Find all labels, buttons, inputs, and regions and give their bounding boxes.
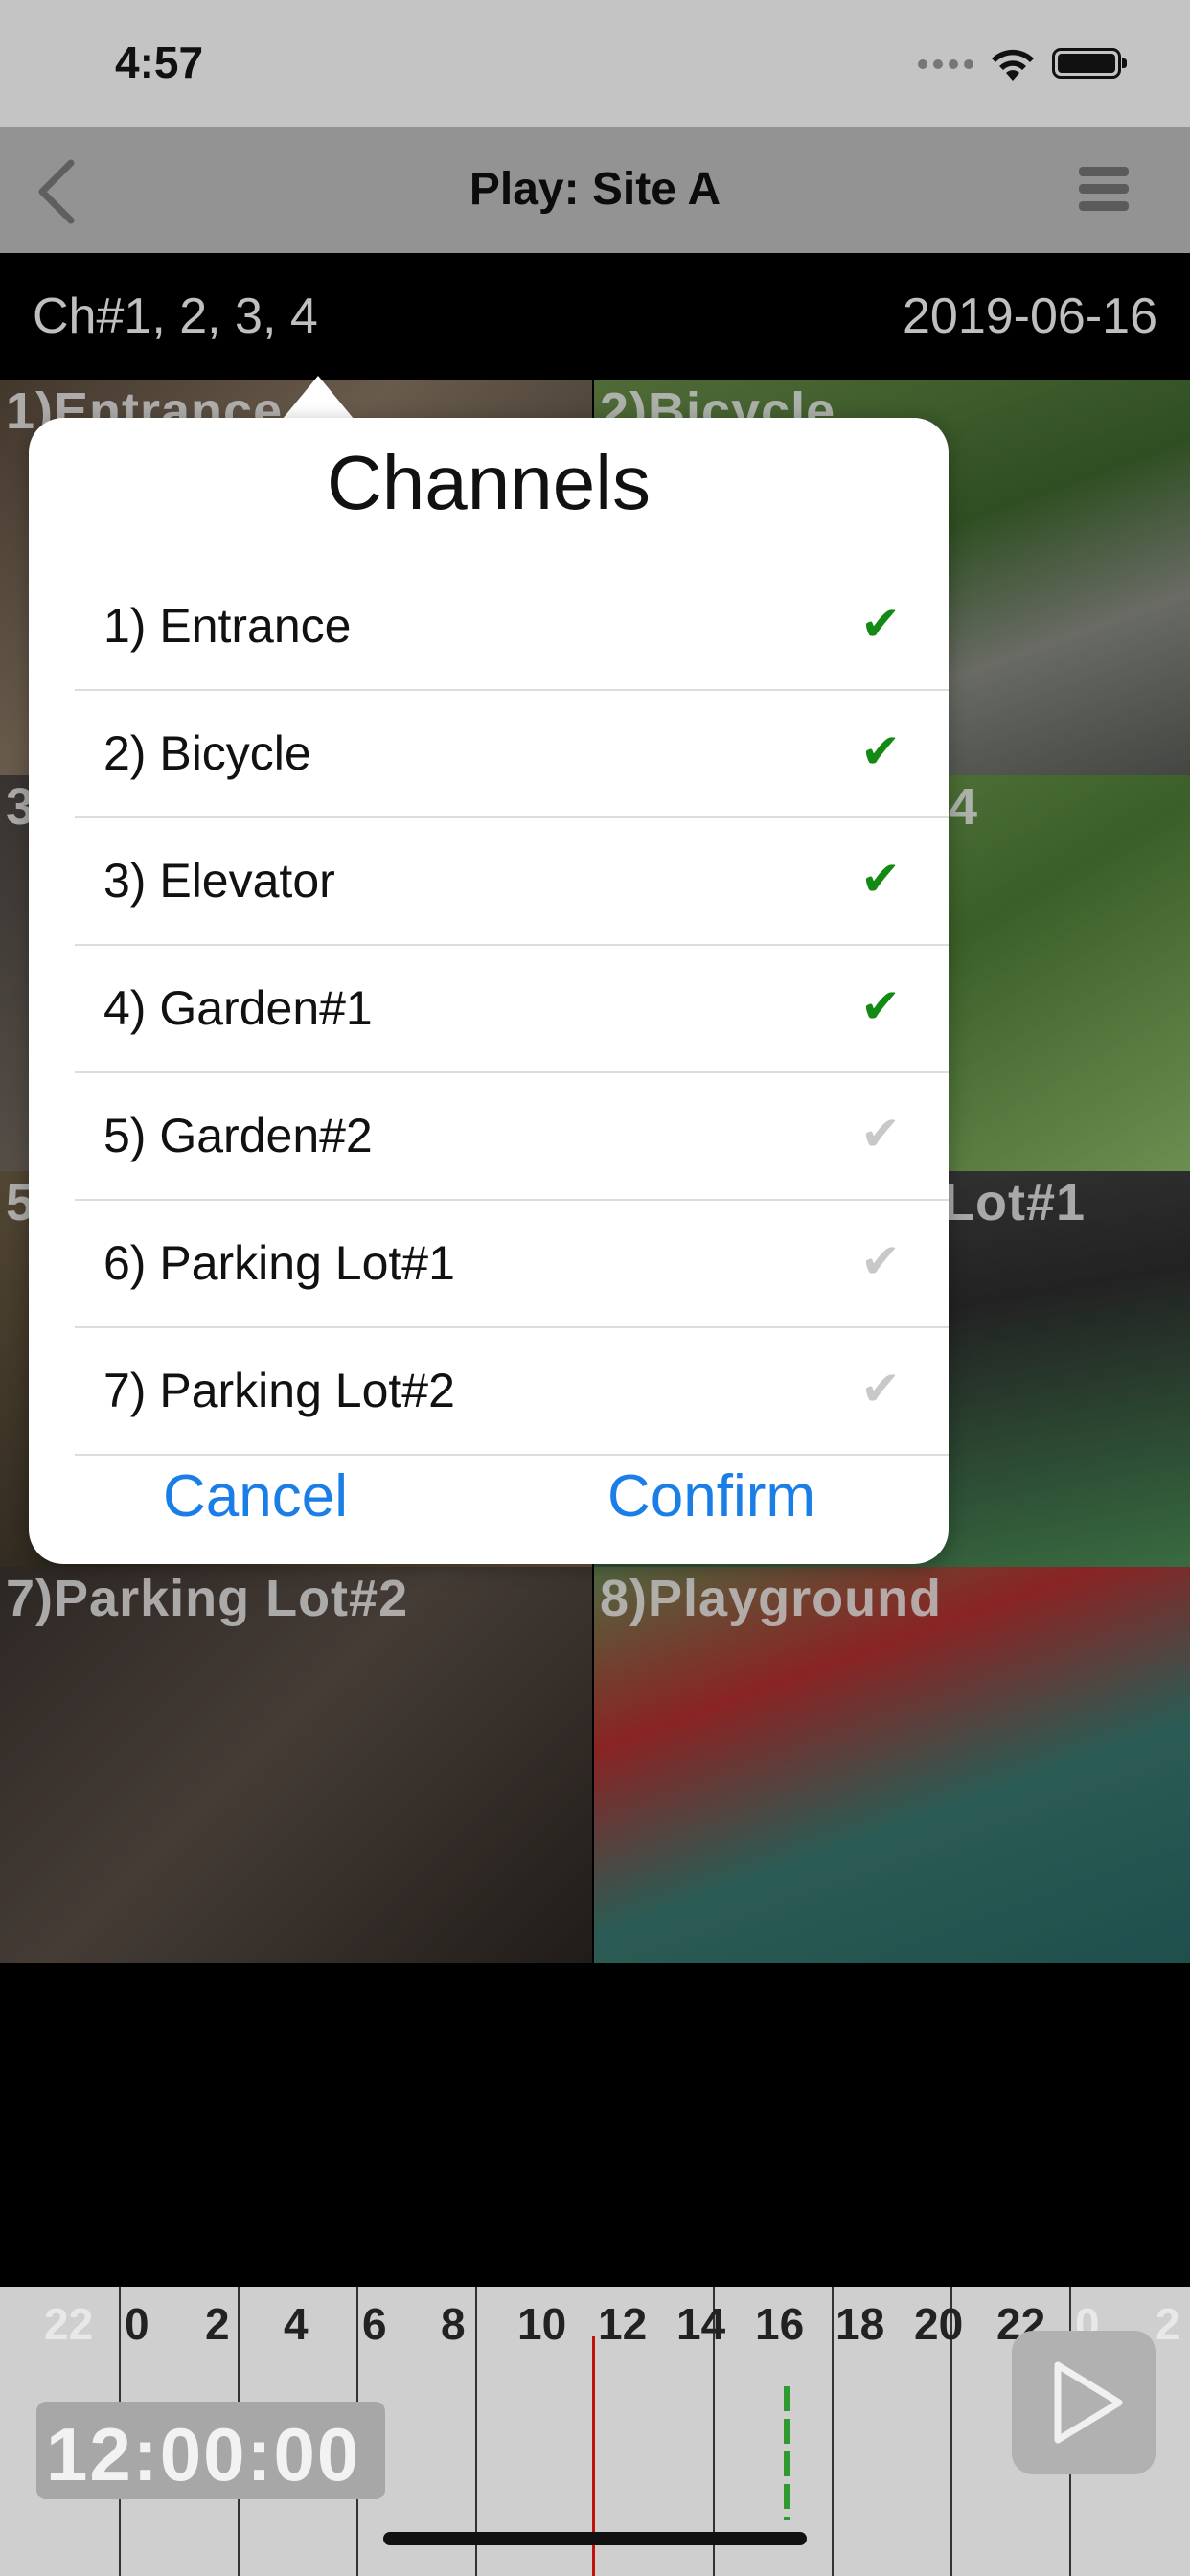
channel-label: 5) Garden#2: [103, 1109, 373, 1162]
timeline-tick-label: 0: [125, 2299, 149, 2349]
channel-label: 2) Bicycle: [103, 726, 311, 780]
channel-label: 1) Entrance: [103, 599, 352, 653]
timeline-tick-label: 10: [517, 2299, 567, 2349]
checkmark-icon: ✔: [860, 1107, 901, 1161]
channel-label: 7) Parking Lot#2: [103, 1364, 455, 1417]
channel-label: 4) Garden#1: [103, 981, 373, 1035]
recording-marker: [784, 2386, 790, 2520]
timeline-tick-label: 4: [284, 2299, 309, 2349]
status-bar: 4:57: [0, 0, 1190, 126]
current-time-display: 12:00:00: [36, 2402, 385, 2499]
timeline-tick: [832, 2287, 834, 2576]
home-indicator[interactable]: [383, 2532, 807, 2545]
channel-row-6[interactable]: 6) Parking Lot#1 ✔: [75, 1201, 949, 1328]
timeline-tick-label: 14: [676, 2299, 726, 2349]
channel-row-3[interactable]: 3) Elevator ✔: [75, 818, 949, 946]
timeline-tick-label: 2: [1156, 2299, 1180, 2349]
channel-label: 3) Elevator: [103, 854, 335, 908]
timeline-tick-label: 8: [441, 2299, 466, 2349]
timeline-tick-label: 20: [914, 2299, 964, 2349]
channel-list: 1) Entrance ✔ 2) Bicycle ✔ 3) Elevator ✔…: [75, 564, 949, 1456]
channel-row-7[interactable]: 7) Parking Lot#2 ✔: [75, 1328, 949, 1456]
timeline-tick-label: 22: [44, 2299, 94, 2349]
checkmark-icon: ✔: [860, 597, 901, 651]
checkmark-icon: ✔: [860, 852, 901, 906]
status-time: 4:57: [115, 37, 204, 87]
timeline-tick-label: 16: [755, 2299, 805, 2349]
player-empty-area: [0, 1963, 1190, 2287]
play-icon: [1054, 2361, 1123, 2444]
checkmark-icon: ✔: [860, 979, 901, 1033]
channel-row-2[interactable]: 2) Bicycle ✔: [75, 691, 949, 818]
checkmark-icon: ✔: [860, 1362, 901, 1415]
timeline-tick-label: 2: [205, 2299, 230, 2349]
confirm-button[interactable]: Confirm: [607, 1462, 815, 1530]
popover-title: Channels: [326, 440, 651, 525]
popover-arrow: [282, 376, 355, 420]
checkmark-icon: ✔: [860, 1234, 901, 1288]
channel-label: 6) Parking Lot#1: [103, 1236, 455, 1290]
current-time-text: 12:00:00: [46, 2412, 361, 2496]
checkmark-icon: ✔: [860, 724, 901, 778]
cancel-button[interactable]: Cancel: [163, 1462, 348, 1530]
play-button[interactable]: [1012, 2331, 1156, 2474]
battery-icon: [1052, 48, 1127, 79]
channel-row-1[interactable]: 1) Entrance ✔: [75, 564, 949, 691]
wifi-icon: [992, 49, 1034, 80]
channel-row-5[interactable]: 5) Garden#2 ✔: [75, 1073, 949, 1201]
timeline-tick-label: 18: [835, 2299, 885, 2349]
cellular-signal-icon: [918, 59, 975, 73]
channel-row-4[interactable]: 4) Garden#1 ✔: [75, 946, 949, 1073]
timeline-tick-label: 12: [598, 2299, 648, 2349]
channels-popover: Channels 1) Entrance ✔ 2) Bicycle ✔ 3) E…: [29, 418, 949, 1564]
timeline-tick-label: 6: [362, 2299, 387, 2349]
